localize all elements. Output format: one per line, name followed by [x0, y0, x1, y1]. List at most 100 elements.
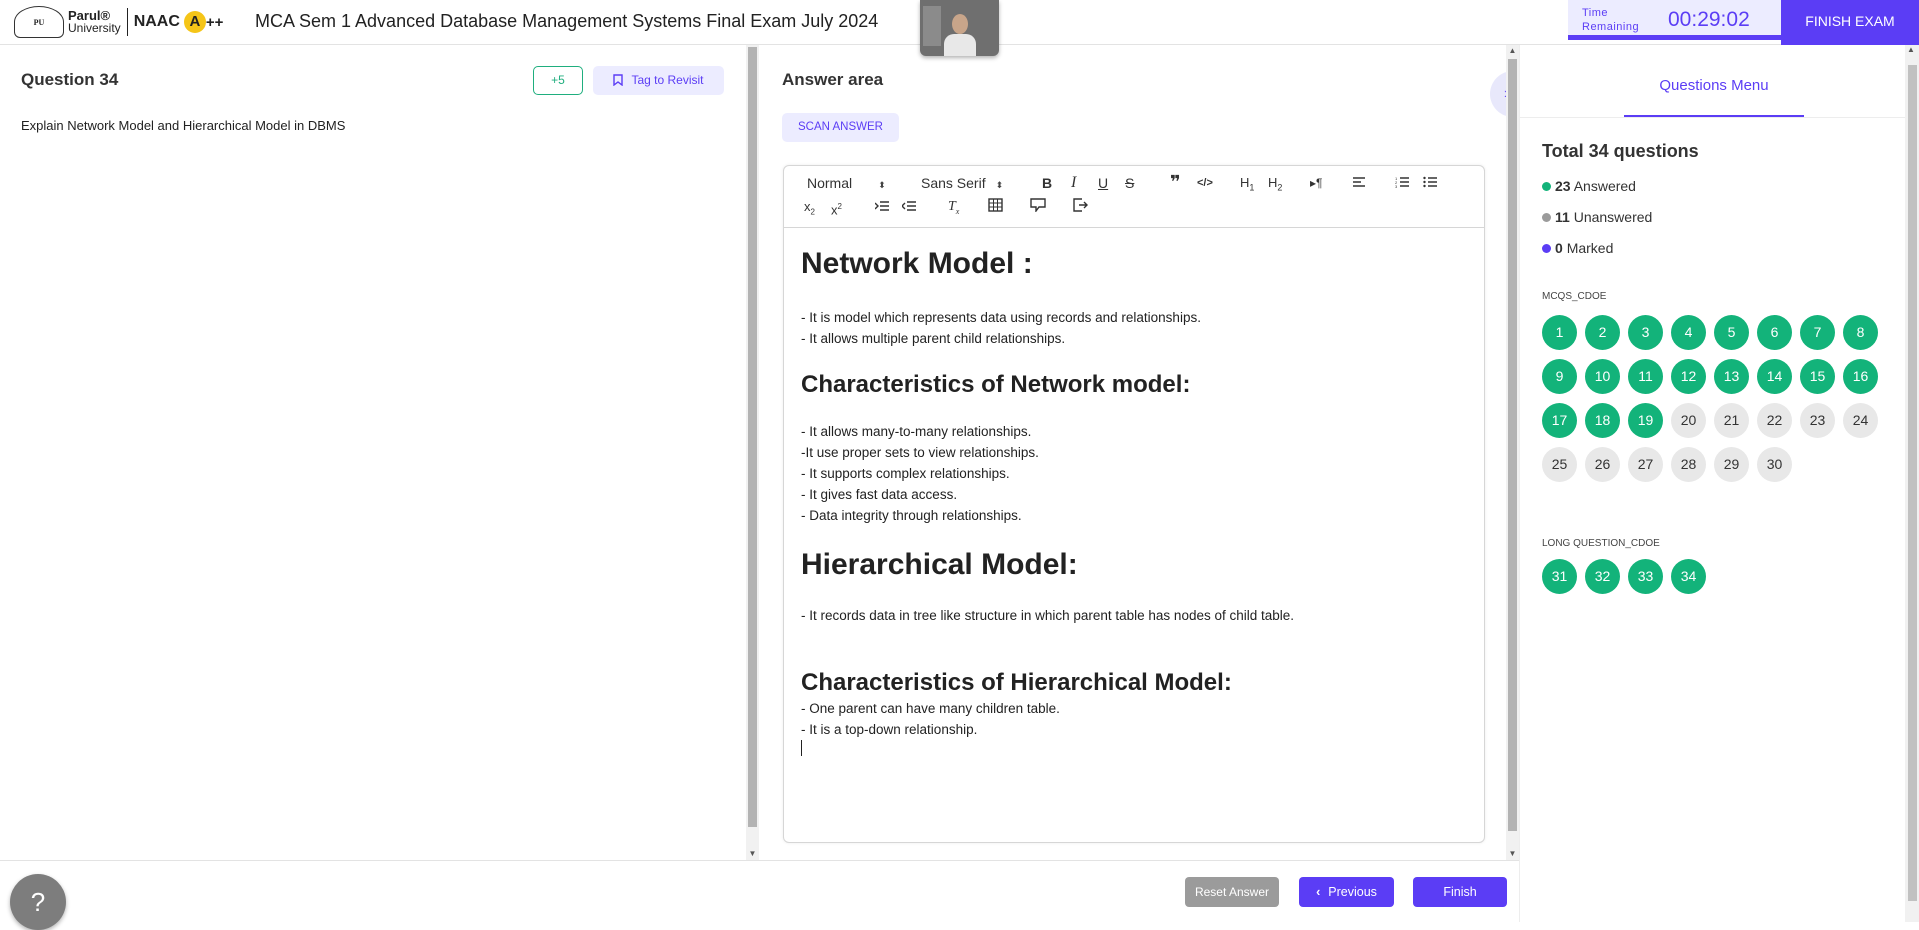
heading2-icon[interactable]: H2 — [1268, 173, 1282, 193]
outdent-icon[interactable] — [901, 197, 916, 217]
question-nav-2[interactable]: 2 — [1585, 315, 1620, 350]
question-nav-31[interactable]: 31 — [1542, 559, 1577, 594]
select-caret-icon: ⬍ — [995, 180, 1004, 190]
question-nav-19[interactable]: 19 — [1628, 403, 1663, 438]
question-nav-3[interactable]: 3 — [1628, 315, 1663, 350]
scan-answer-button[interactable]: SCAN ANSWER — [782, 113, 899, 142]
question-nav-17[interactable]: 17 — [1542, 403, 1577, 438]
rich-text-editor[interactable]: Normal ⬍ Sans Serif ⬍ B I U S ❞ </> H1 H2 … — [783, 165, 1485, 843]
question-nav-12[interactable]: 12 — [1671, 359, 1706, 394]
answer-line: - One parent can have many children tabl… — [801, 701, 1060, 716]
question-nav-5[interactable]: 5 — [1714, 315, 1749, 350]
table-icon[interactable] — [988, 197, 1003, 217]
question-nav-9[interactable]: 9 — [1542, 359, 1577, 394]
answer-line: - It gives fast data access. — [801, 487, 958, 502]
finish-exam-button[interactable]: FINISH EXAM — [1781, 0, 1919, 45]
editor-content[interactable]: Network Model : - It is model which repr… — [801, 246, 1470, 762]
marked-stat: 0 Marked — [1542, 240, 1613, 256]
comment-icon[interactable] — [1030, 197, 1046, 217]
svg-text:3: 3 — [1395, 184, 1398, 188]
question-nav-1[interactable]: 1 — [1542, 315, 1577, 350]
ordered-list-icon[interactable]: 123 — [1395, 173, 1410, 193]
hierarchical-characteristics-heading: Characteristics of Hierarchical Model: — [801, 669, 1232, 696]
text-cursor — [801, 740, 802, 756]
question-nav-25[interactable]: 25 — [1542, 447, 1577, 482]
question-nav-4[interactable]: 4 — [1671, 315, 1706, 350]
question-nav-11[interactable]: 11 — [1628, 359, 1663, 394]
naac-text: NAAC — [133, 13, 180, 30]
heading1-icon[interactable]: H1 — [1240, 173, 1254, 193]
question-nav-24[interactable]: 24 — [1843, 403, 1878, 438]
previous-button[interactable]: ‹ Previous — [1299, 877, 1394, 907]
question-scrollbar[interactable]: ▼ — [746, 45, 759, 860]
question-nav-16[interactable]: 16 — [1843, 359, 1878, 394]
question-nav-10[interactable]: 10 — [1585, 359, 1620, 394]
select-caret-icon: ⬍ — [878, 180, 886, 190]
question-nav-20[interactable]: 20 — [1671, 403, 1706, 438]
bullet-list-icon[interactable] — [1423, 173, 1438, 193]
indent-icon[interactable] — [874, 197, 889, 217]
question-nav-13[interactable]: 13 — [1714, 359, 1749, 394]
answer-line: - It records data in tree like structure… — [801, 608, 1295, 623]
text-direction-icon[interactable]: ▸¶ — [1310, 173, 1322, 193]
answer-line: - It is a top-down relationship. — [801, 722, 978, 737]
font-select[interactable]: Sans Serif ⬍ — [921, 173, 1003, 193]
network-characteristics-heading: Characteristics of Network model: — [801, 371, 1191, 398]
section-label: LONG QUESTION_CDOE — [1542, 538, 1660, 549]
network-model-heading: Network Model : — [801, 247, 1033, 280]
scroll-down-icon[interactable]: ▼ — [1506, 848, 1519, 860]
font-select-value: Sans Serif — [921, 175, 986, 191]
question-nav-21[interactable]: 21 — [1714, 403, 1749, 438]
question-nav-18[interactable]: 18 — [1585, 403, 1620, 438]
timer-value: 00:29:02 — [1668, 8, 1750, 31]
naac-grade: A — [183, 11, 206, 33]
answer-line: - It supports complex relationships. — [801, 466, 1010, 481]
question-nav-7[interactable]: 7 — [1800, 315, 1835, 350]
tag-to-revisit-label: Tag to Revisit — [631, 73, 704, 87]
export-icon[interactable] — [1073, 197, 1088, 217]
question-nav-14[interactable]: 14 — [1757, 359, 1792, 394]
question-nav-26[interactable]: 26 — [1585, 447, 1620, 482]
question-nav-6[interactable]: 6 — [1757, 315, 1792, 350]
exam-title: MCA Sem 1 Advanced Database Management S… — [255, 11, 879, 31]
superscript-icon[interactable]: x2 — [831, 197, 842, 217]
question-nav-15[interactable]: 15 — [1800, 359, 1835, 394]
answer-line: - Data integrity through relationships. — [801, 508, 1022, 523]
answer-scrollbar[interactable]: ▲ ▼ — [1506, 45, 1519, 860]
timer-label-line2: Remaining — [1582, 21, 1640, 33]
question-nav-29[interactable]: 29 — [1714, 447, 1749, 482]
marks-badge: +5 — [533, 66, 583, 95]
question-nav-32[interactable]: 32 — [1585, 559, 1620, 594]
blockquote-icon[interactable]: ❞ — [1170, 172, 1181, 192]
tag-to-revisit-button[interactable]: Tag to Revisit — [593, 66, 724, 95]
question-nav-30[interactable]: 30 — [1757, 447, 1792, 482]
reset-answer-button[interactable]: Reset Answer — [1185, 877, 1279, 907]
scroll-down-icon[interactable]: ▼ — [746, 848, 759, 860]
timer-label-line1: Time — [1582, 7, 1609, 19]
strikethrough-icon[interactable]: S — [1125, 173, 1134, 193]
tab-questions-menu[interactable]: Questions Menu — [1624, 45, 1804, 117]
top-header: PU Parul® University NAAC A ++ MCA Sem 1… — [0, 0, 1919, 56]
question-nav-28[interactable]: 28 — [1671, 447, 1706, 482]
question-nav-22[interactable]: 22 — [1757, 403, 1792, 438]
format-select[interactable]: Normal ⬍ — [807, 173, 886, 193]
align-left-icon[interactable] — [1352, 173, 1366, 193]
italic-icon[interactable]: I — [1071, 173, 1076, 193]
question-nav-27[interactable]: 27 — [1628, 447, 1663, 482]
total-questions: Total 34 questions — [1542, 141, 1699, 161]
finish-button[interactable]: Finish — [1413, 877, 1507, 907]
subscript-icon[interactable]: x2 — [804, 197, 815, 217]
answered-stat: 23 Answered — [1542, 178, 1636, 194]
question-nav-23[interactable]: 23 — [1800, 403, 1835, 438]
question-nav-8[interactable]: 8 — [1843, 315, 1878, 350]
hierarchical-model-heading: Hierarchical Model: — [801, 548, 1078, 581]
clear-format-icon[interactable]: Tx — [948, 197, 959, 217]
question-nav-33[interactable]: 33 — [1628, 559, 1663, 594]
question-nav-34[interactable]: 34 — [1671, 559, 1706, 594]
bold-icon[interactable]: B — [1042, 173, 1052, 193]
menu-scrollbar[interactable]: ▲ — [1905, 45, 1919, 922]
scroll-up-icon[interactable]: ▲ — [1506, 45, 1519, 57]
question-panel: Question 34 +5 Tag to Revisit Explain Ne… — [0, 45, 745, 860]
code-block-icon[interactable]: </> — [1197, 173, 1213, 193]
underline-icon[interactable]: U — [1098, 173, 1108, 193]
